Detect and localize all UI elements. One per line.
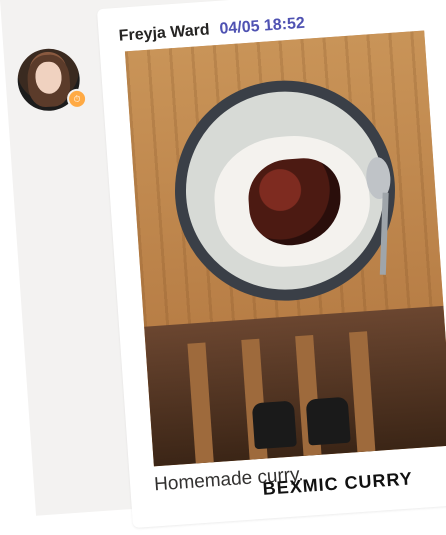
author-name[interactable]: Freyja Ward xyxy=(118,21,210,45)
status-badge: ⏱ xyxy=(66,88,88,110)
message-card[interactable]: Freyja Ward 04/05 18:52 Homemade curry. xyxy=(96,0,446,528)
chair xyxy=(144,305,446,467)
clock-icon: ⏱ xyxy=(73,93,81,104)
plate-inner xyxy=(179,84,392,297)
chair-slat xyxy=(349,331,376,453)
foot xyxy=(251,400,297,450)
chair-slat xyxy=(187,342,214,464)
attached-image[interactable] xyxy=(124,30,446,467)
chat-canvas: ⏱ Freyja Ward 04/05 18:52 Homemade curry… xyxy=(0,0,446,528)
timestamp: 04/05 18:52 xyxy=(218,14,306,38)
foot xyxy=(305,396,351,446)
